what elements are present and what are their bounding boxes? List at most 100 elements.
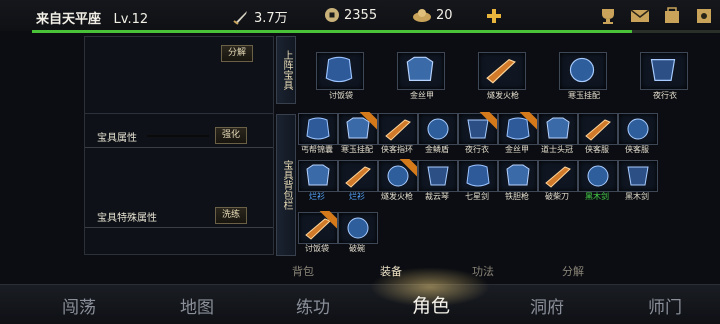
bag-item-name: 破碗	[349, 244, 365, 253]
strengthen-button[interactable]: 强化	[215, 127, 248, 144]
equipped-ribbon	[479, 112, 497, 130]
treasure-item-icon	[427, 118, 449, 140]
jade-item-icon	[569, 57, 595, 83]
nav-training[interactable]: 练功	[296, 293, 330, 318]
divider	[85, 227, 273, 228]
trophy-icon[interactable]	[598, 6, 618, 26]
attr-label: 宝具属性	[97, 133, 137, 144]
bag-slot[interactable]: 黑木剑	[578, 160, 618, 202]
bag-slot[interactable]: 铁胆枪	[498, 160, 538, 202]
bag-slot[interactable]: 七星剑	[458, 160, 498, 202]
equipped-slot[interactable]: 讨饭袋	[316, 52, 366, 102]
treasure-item-icon	[306, 164, 330, 186]
bag-slot[interactable]: 金丝甲	[498, 112, 538, 155]
tab-decompose[interactable]: 分解	[562, 263, 584, 279]
slot-frame	[618, 113, 658, 145]
treasure-item-icon	[585, 119, 611, 141]
bag-slot[interactable]: 丐帮锦囊	[298, 113, 338, 155]
treasure-inventory-panel: 上阵宝具 宝具背包栏 讨饭袋 金丝甲 燧发火枪 寒玉挂配 夜行衣 丐帮锦囊 寒玉挂配 侠客指…	[276, 36, 688, 256]
settings-icon[interactable]	[694, 6, 714, 26]
bag-item-name: 裁云琴	[425, 192, 449, 201]
bag-slot[interactable]: 讨饭袋	[298, 212, 338, 254]
bag-slot[interactable]: 裁云琴	[418, 160, 458, 202]
bag-slot[interactable]: 侠客服	[578, 113, 618, 155]
bag-icon[interactable]	[662, 6, 682, 26]
mail-icon[interactable]	[630, 6, 650, 26]
bag-item-name: 七星剑	[465, 192, 489, 201]
bag-item-name: 黑木剑	[585, 192, 609, 201]
nav-map[interactable]: 地图	[180, 293, 214, 318]
bag-slot[interactable]: 黑木剑	[618, 160, 658, 202]
slot-frame	[298, 160, 338, 192]
ingot-value: 20	[436, 7, 453, 23]
treasure-item-icon	[506, 164, 530, 186]
refine-button[interactable]: 洗练	[215, 207, 248, 224]
bottom-nav: 闯荡 地图 练功 角色 洞府 师门	[0, 267, 720, 324]
nav-sect[interactable]: 师门	[648, 293, 682, 318]
player-info[interactable]: 来自天平座 Lv.12	[36, 8, 148, 27]
treasure-preview: 分解	[85, 37, 273, 114]
slot-frame	[559, 52, 607, 90]
decompose-button[interactable]: 分解	[221, 45, 254, 62]
slot-frame	[578, 160, 618, 192]
bag-slot[interactable]: 燧发火枪	[378, 160, 418, 202]
robe-item-icon	[650, 59, 676, 81]
slot-frame	[378, 113, 418, 145]
equipped-item-name: 金丝甲	[410, 91, 434, 100]
bag-item-name: 黑木剑	[625, 192, 649, 201]
nav-adventure[interactable]: 闯荡	[62, 293, 96, 318]
equipped-slot[interactable]: 夜行衣	[640, 52, 690, 102]
bag-item-name: 破柴刀	[545, 192, 569, 201]
bag-slot[interactable]: 道士头冠	[538, 113, 578, 155]
ingot-stat: 20	[412, 7, 453, 23]
bag-slot[interactable]: 烂衫	[298, 160, 338, 202]
equipped-item-name: 讨饭袋	[329, 91, 353, 100]
top-bar: 来自天平座 Lv.12 3.7万 2355 20	[0, 0, 720, 31]
bag-slot[interactable]: 破碗	[338, 212, 378, 254]
slot-frame	[458, 160, 498, 192]
slot-frame	[418, 160, 458, 192]
bag-item-name: 铁胆枪	[505, 192, 529, 201]
bag-item-name: 侠客服	[585, 145, 609, 154]
ingot-icon	[412, 7, 432, 23]
equipped-slot[interactable]: 燧发火枪	[478, 52, 528, 102]
equipped-ribbon	[519, 112, 537, 130]
equipped-slot[interactable]: 金丝甲	[397, 52, 447, 102]
treasure-item-icon	[345, 166, 371, 188]
nav-character[interactable]: 角色	[412, 291, 450, 318]
slot-frame	[538, 113, 578, 145]
equipped-tab[interactable]: 上阵宝具	[276, 36, 296, 104]
tab-backpack[interactable]: 背包	[292, 263, 314, 279]
bag-slot[interactable]: 侠客指环	[378, 113, 418, 155]
slot-frame	[498, 160, 538, 192]
slot-frame	[478, 52, 526, 90]
bag-row: 丐帮锦囊 寒玉挂配 侠客指环 金鳞盾 夜行衣 金丝甲 道士头冠 侠客服 侠客服	[298, 113, 658, 155]
plus-icon[interactable]	[484, 6, 504, 26]
bag-slot[interactable]: 寒玉挂配	[338, 113, 378, 155]
bag-slot[interactable]: 烂衫	[338, 160, 378, 202]
coin-value: 2355	[344, 7, 378, 23]
bag-tab[interactable]: 宝具背包栏	[276, 114, 296, 256]
bag-slot[interactable]: 夜行衣	[458, 112, 498, 155]
bag-item-name: 侠客指环	[381, 145, 413, 154]
power-stat: 3.7万	[232, 7, 288, 26]
bag-item-name: 金鳞盾	[425, 145, 449, 154]
slot-frame	[640, 52, 688, 90]
coin-stat: 2355	[324, 7, 377, 23]
slot-frame	[538, 160, 578, 192]
bag-row: 讨饭袋 破碗	[298, 212, 378, 254]
treasure-item-icon	[545, 166, 571, 188]
bag-slot[interactable]: 侠客服	[618, 113, 658, 155]
slot-frame	[397, 52, 445, 90]
bag-slot[interactable]: 破柴刀	[538, 160, 578, 202]
player-name: 来自天平座	[36, 12, 102, 27]
equipped-row: 讨饭袋 金丝甲 燧发火枪 寒玉挂配 夜行衣	[316, 52, 720, 102]
bag-item-icon	[325, 56, 353, 83]
special-attr-label: 宝具特殊属性	[97, 213, 157, 224]
equipped-slot[interactable]: 寒玉挂配	[559, 52, 609, 102]
treasure-item-icon	[306, 117, 330, 140]
bag-slot[interactable]: 金鳞盾	[418, 113, 458, 155]
bag-row: 烂衫 烂衫 燧发火枪 裁云琴 七星剑 铁胆枪 破柴刀 黑木剑 黑木剑	[298, 160, 658, 202]
nav-cave[interactable]: 洞府	[530, 293, 564, 318]
gun-item-icon	[486, 58, 516, 84]
